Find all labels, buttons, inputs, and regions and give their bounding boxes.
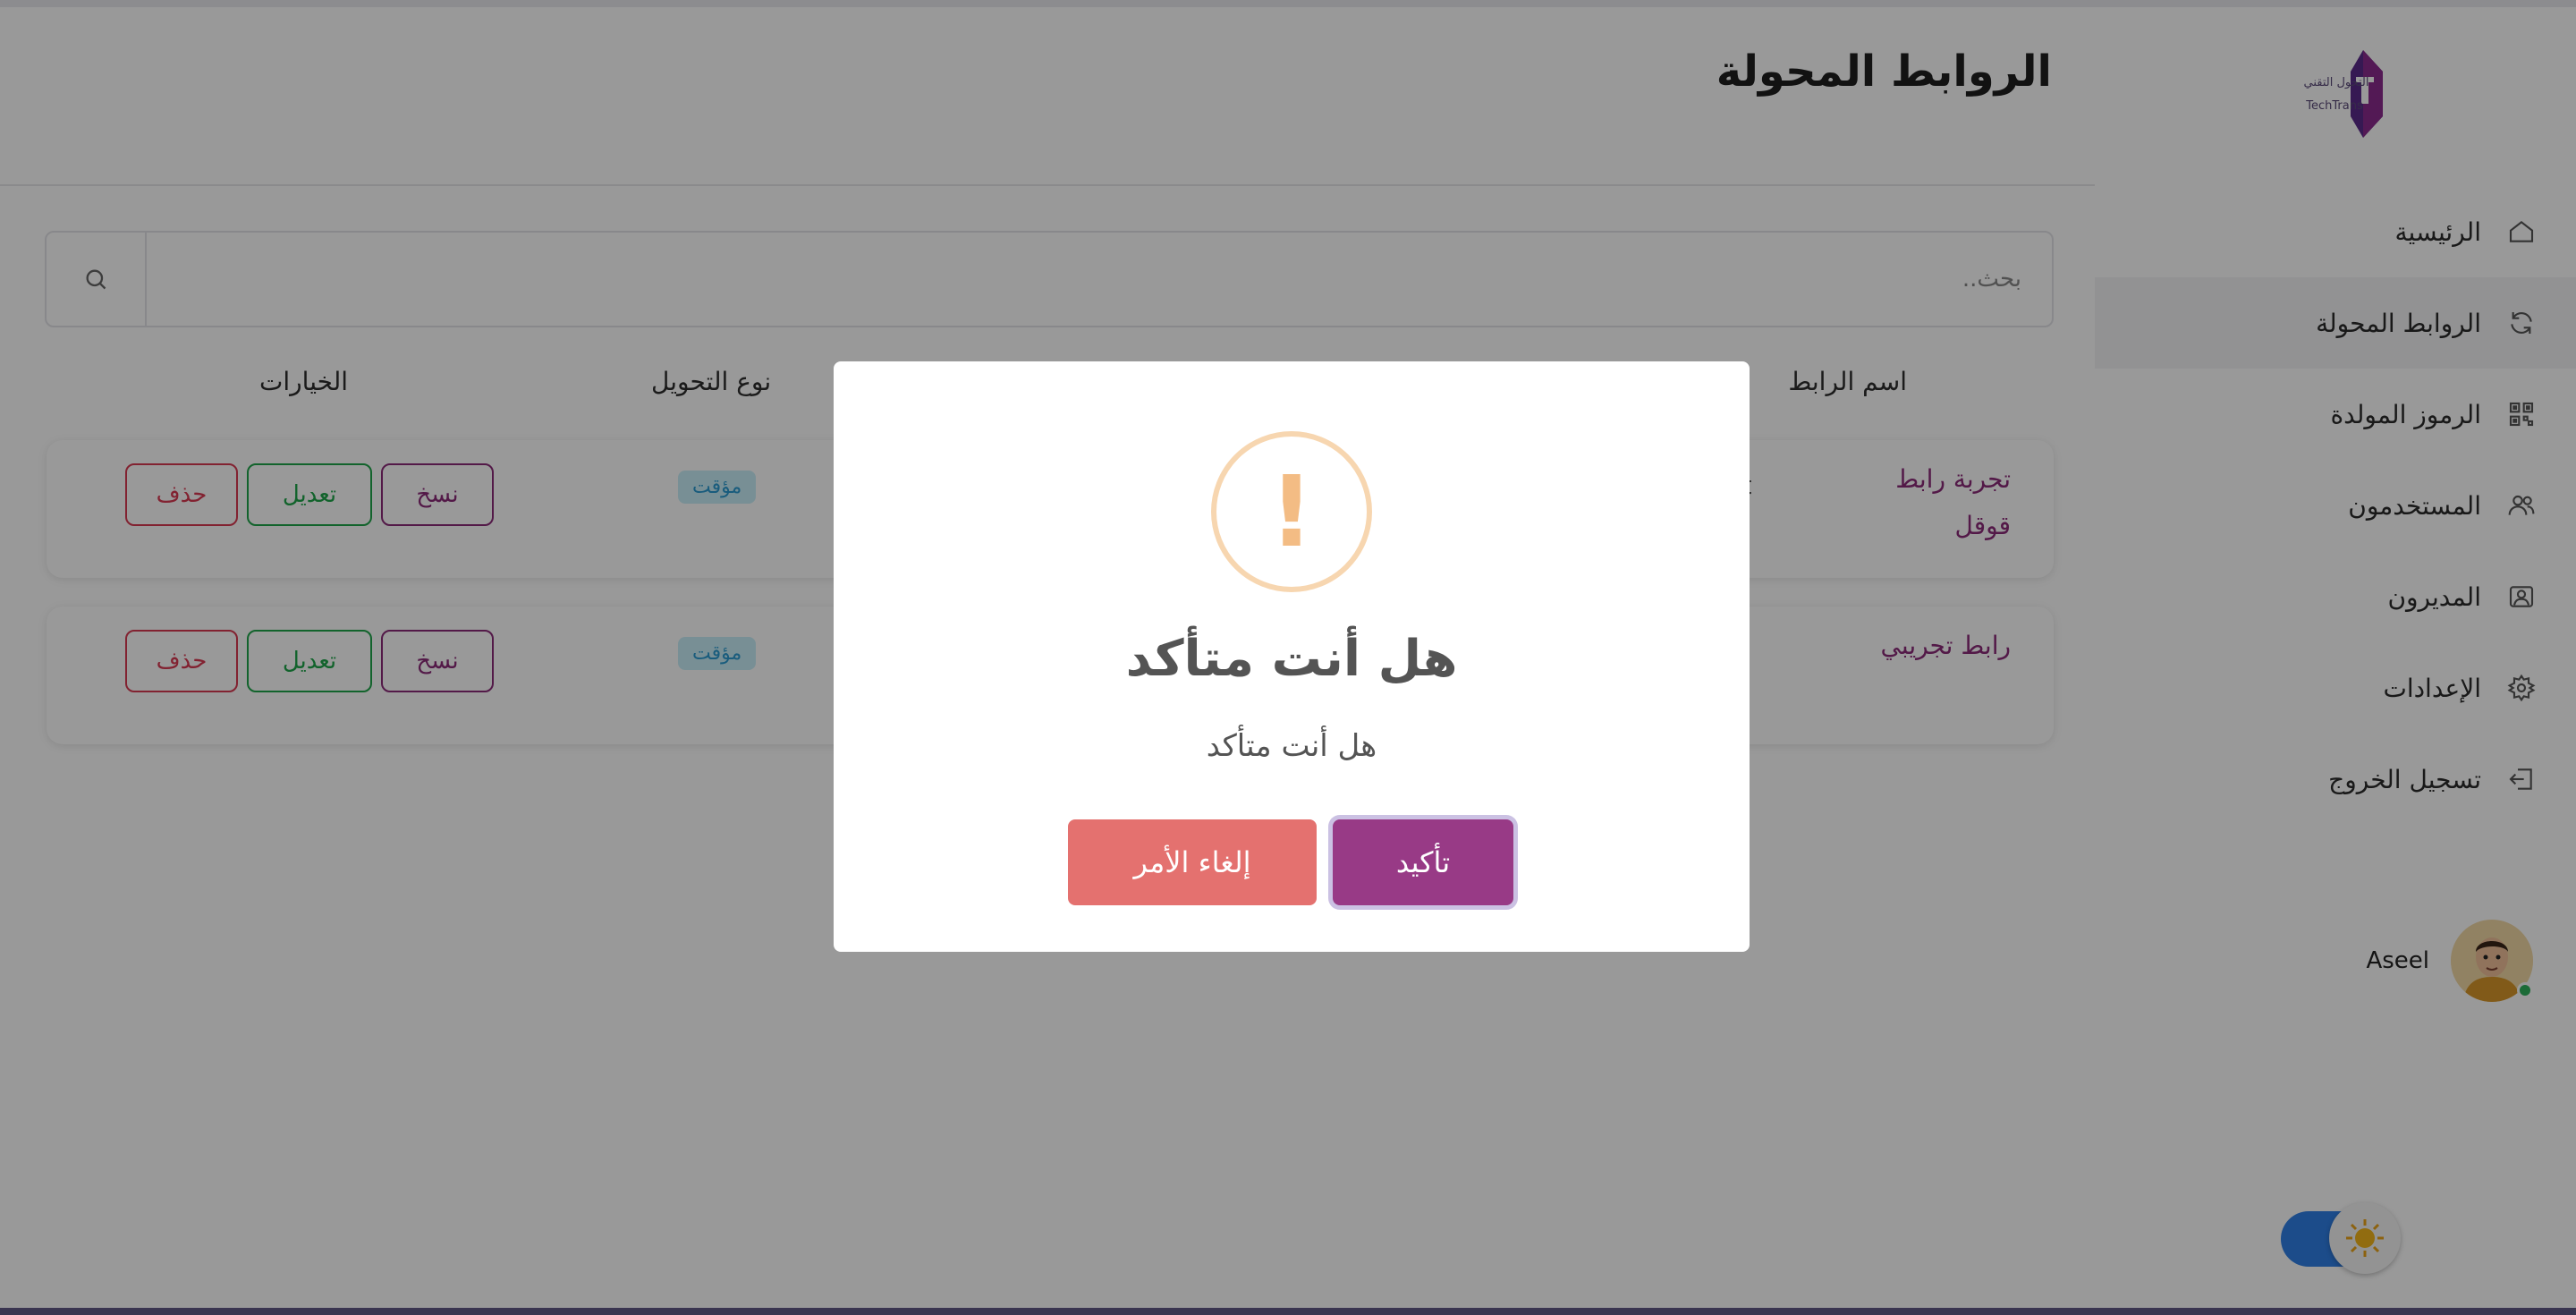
cancel-button[interactable]: إلغاء الأمر [1068,819,1317,905]
confirm-button[interactable]: تأكيد [1333,819,1513,905]
warning-icon: ! [1211,431,1372,592]
dialog-message: هل أنت متأكد [1206,728,1377,764]
taskbar-edge [0,1308,2576,1315]
confirm-dialog: ! هل أنت متأكد هل أنت متأكد تأكيد إلغاء … [834,361,1750,952]
app-window: الروابط المحولة اسم الرابط نوع التحويل ا… [0,0,2576,1315]
dialog-title: هل أنت متأكد [1125,630,1458,688]
